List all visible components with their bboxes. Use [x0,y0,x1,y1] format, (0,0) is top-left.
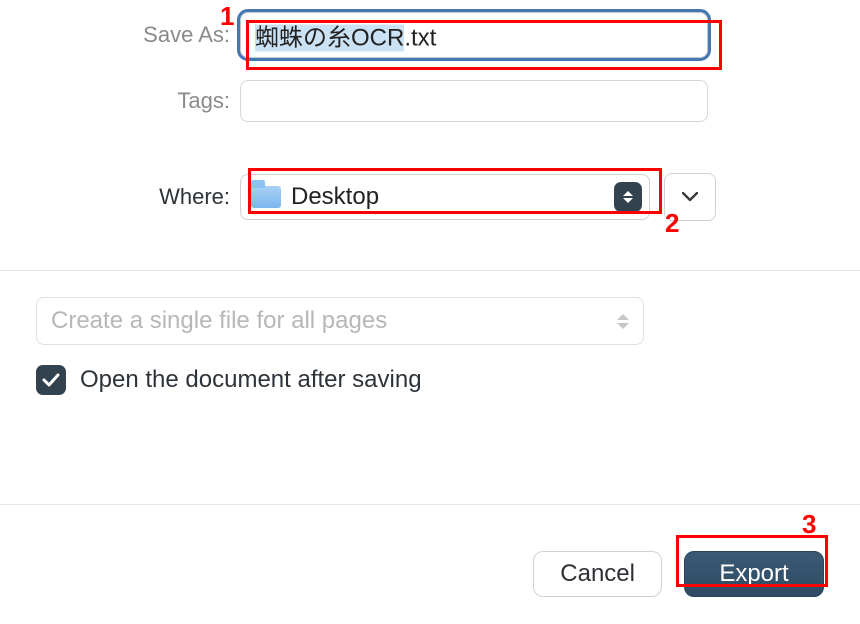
single-file-combo[interactable]: Create a single file for all pages [36,297,644,345]
single-file-combo-label: Create a single file for all pages [51,307,387,335]
save-as-field[interactable]: 蜘蛛の糸OCR.txt [240,12,708,58]
where-location-select[interactable]: Desktop [240,174,650,220]
updown-icon [614,182,642,212]
where-label: Where: [0,184,240,210]
open-after-checkbox[interactable] [36,365,66,395]
open-after-row: Open the document after saving [36,365,824,395]
options-area: Create a single file for all pages Open … [0,271,860,395]
cancel-button[interactable]: Cancel [533,551,662,597]
export-dialog: Save As: 蜘蛛の糸OCR.txt Tags: Where: Deskto… [0,0,860,624]
divider-bottom [0,504,860,505]
check-icon [42,373,60,387]
chevron-down-icon [682,192,698,202]
save-as-label: Save As: [0,22,240,48]
export-button[interactable]: Export [684,551,824,597]
where-row: Where: Desktop [0,172,860,222]
updown-icon [617,314,629,329]
save-as-input[interactable] [240,12,708,58]
tags-label: Tags: [0,88,240,114]
folder-icon [251,186,281,208]
tags-input[interactable] [240,80,708,122]
dialog-footer: Cancel Export [0,524,860,624]
where-location-text: Desktop [291,183,379,211]
expand-location-button[interactable] [664,173,716,221]
open-after-label: Open the document after saving [80,366,422,394]
save-as-row: Save As: 蜘蛛の糸OCR.txt [0,0,860,48]
tags-row: Tags: [0,78,860,124]
